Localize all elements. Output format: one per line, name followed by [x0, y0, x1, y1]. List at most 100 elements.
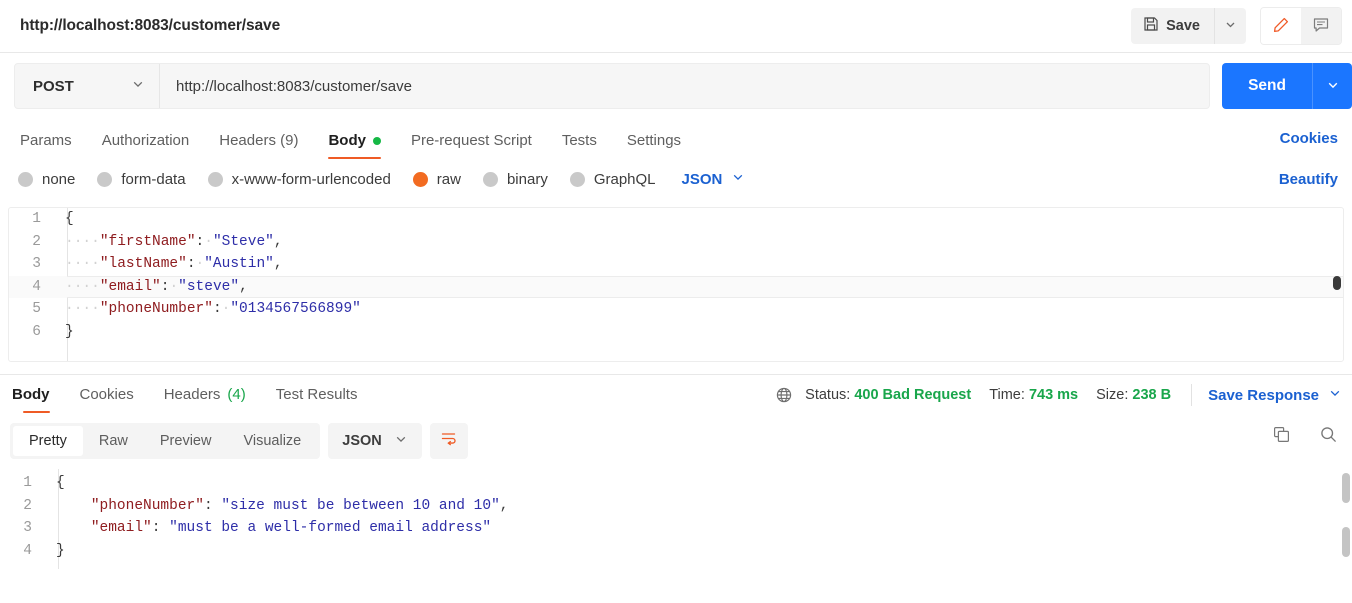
body-type-row: none form-data x-www-form-urlencoded raw… — [0, 159, 1352, 199]
body-type-raw-label: raw — [436, 170, 461, 188]
url-bar: POST Send — [0, 53, 1352, 119]
http-method-select[interactable]: POST — [15, 64, 160, 108]
body-format-select[interactable]: JSON — [682, 170, 746, 188]
response-meta: Status: 400 Bad Request Time: 743 ms Siz… — [775, 384, 1342, 406]
chevron-down-icon — [394, 432, 408, 450]
tab-body[interactable]: Body — [313, 132, 396, 159]
meta-divider — [1191, 384, 1193, 406]
response-tab-headers[interactable]: Headers (4) — [149, 386, 261, 413]
response-code-line[interactable]: 2 "phoneNumber": "size must be between 1… — [0, 495, 1352, 518]
tab-authorization[interactable]: Authorization — [87, 132, 205, 159]
body-type-none[interactable]: none — [18, 171, 75, 188]
response-code-line[interactable]: 4} — [0, 540, 1352, 563]
word-wrap-button[interactable] — [429, 423, 468, 459]
response-headers-count: (4) — [227, 386, 246, 403]
response-tab-cookies-label: Cookies — [79, 386, 134, 403]
save-options-button[interactable] — [1214, 8, 1246, 44]
response-body-editor[interactable]: 1{2 "phoneNumber": "size must be between… — [0, 469, 1352, 569]
save-button[interactable]: Save — [1131, 8, 1214, 44]
request-code-line[interactable]: 5 ····"phoneNumber":·"0134567566899" — [9, 298, 1343, 321]
tab-headers-label: Headers (9) — [219, 132, 299, 149]
response-tabs-row: Body Cookies Headers (4) Test Results St… — [0, 375, 1352, 413]
tab-body-label: Body — [328, 132, 366, 149]
line-number: 5 — [32, 301, 41, 317]
code-line-text: } — [56, 542, 65, 559]
request-editor-scrollbar[interactable] — [1333, 276, 1341, 290]
request-code-line[interactable]: 4 ····"email":·"steve", — [9, 275, 1343, 298]
chevron-down-icon — [1326, 78, 1340, 95]
url-input[interactable] — [160, 64, 1210, 108]
response-tab-cookies[interactable]: Cookies — [65, 386, 149, 413]
view-mode-visualize[interactable]: Visualize — [227, 426, 317, 456]
view-mode-preview[interactable]: Preview — [144, 426, 228, 456]
response-body-code[interactable]: 1{2 "phoneNumber": "size must be between… — [0, 472, 1352, 562]
response-tab-body-label: Body — [12, 386, 50, 403]
body-modified-dot-icon — [372, 136, 381, 145]
tab-settings[interactable]: Settings — [612, 132, 696, 159]
body-type-raw[interactable]: raw — [412, 170, 461, 188]
page-title: http://localhost:8083/customer/save — [20, 17, 281, 34]
send-button-group: Send — [1222, 63, 1352, 109]
request-code-line[interactable]: 1{ — [9, 208, 1343, 231]
code-line-text: { — [56, 475, 65, 491]
tab-settings-label: Settings — [626, 132, 682, 149]
tab-headers[interactable]: Headers (9) — [204, 132, 313, 159]
beautify-link[interactable]: Beautify — [1279, 171, 1338, 188]
body-type-urlencoded[interactable]: x-www-form-urlencoded — [207, 170, 391, 188]
copy-icon[interactable] — [1272, 425, 1291, 449]
response-scrollbar-bottom[interactable] — [1342, 527, 1350, 557]
body-type-urlencoded-label: x-www-form-urlencoded — [231, 170, 391, 188]
edit-request-button[interactable] — [1261, 8, 1301, 44]
body-type-binary[interactable]: binary — [482, 170, 548, 188]
size-value: 238 B — [1132, 387, 1172, 403]
line-number: 2 — [32, 233, 41, 250]
tab-tests[interactable]: Tests — [547, 132, 612, 159]
response-format-value: JSON — [342, 433, 382, 449]
view-mode-pretty[interactable]: Pretty — [13, 426, 83, 456]
send-options-button[interactable] — [1312, 63, 1352, 109]
request-code-line[interactable]: 3 ····"lastName":·"Austin", — [9, 253, 1343, 276]
code-line-text: ····"phoneNumber":·"0134567566899" — [65, 301, 361, 317]
tab-pre-request-script[interactable]: Pre-request Script — [396, 132, 547, 159]
response-code-line[interactable]: 3 "email": "must be a well-formed email … — [0, 517, 1352, 540]
body-type-graphql[interactable]: GraphQL — [569, 171, 656, 188]
word-wrap-icon — [439, 429, 458, 453]
response-code-line[interactable]: 1{ — [0, 472, 1352, 495]
request-code-line[interactable]: 2 ····"firstName":·"Steve", — [9, 231, 1343, 254]
response-view-toolbar: Pretty Raw Preview Visualize JSON — [0, 413, 1352, 469]
body-type-form-data-label: form-data — [121, 170, 186, 188]
comments-button[interactable] — [1301, 8, 1341, 44]
response-format-select[interactable]: JSON — [328, 423, 422, 459]
response-tab-test-results[interactable]: Test Results — [261, 386, 373, 413]
response-tab-body[interactable]: Body — [8, 386, 65, 413]
body-type-form-data[interactable]: form-data — [97, 170, 186, 188]
tab-params[interactable]: Params — [16, 132, 87, 159]
url-shell: POST — [14, 63, 1211, 109]
chevron-down-icon — [1328, 386, 1342, 404]
radio-icon — [482, 171, 498, 187]
body-format-value: JSON — [681, 170, 723, 188]
radio-icon — [569, 171, 585, 187]
tab-pre-request-script-label: Pre-request Script — [410, 132, 532, 149]
radio-icon — [207, 171, 223, 187]
chevron-down-icon — [731, 170, 745, 188]
status-value: 400 Bad Request — [854, 387, 972, 403]
request-code-line[interactable]: 6} — [9, 321, 1343, 344]
search-icon[interactable] — [1319, 425, 1338, 449]
request-body-code[interactable]: 1{2 ····"firstName":·"Steve", 3 ····"lastNa… — [9, 208, 1343, 343]
view-mode-raw[interactable]: Raw — [83, 426, 144, 456]
chevron-down-icon — [1224, 18, 1237, 34]
request-body-editor[interactable]: 1{2 ····"firstName":·"Steve", 3 ····"lastNa… — [8, 207, 1344, 362]
save-response-label: Save Response — [1208, 386, 1319, 404]
tab-params-label: Params — [20, 132, 72, 149]
cookies-link[interactable]: Cookies — [1280, 130, 1338, 147]
header-actions: Save — [1131, 7, 1342, 45]
size-metric: Size: 238 B — [1096, 387, 1171, 403]
radio-selected-icon — [412, 171, 428, 187]
body-type-binary-label: binary — [506, 170, 548, 188]
save-button-label: Save — [1166, 18, 1200, 34]
response-scrollbar-top[interactable] — [1342, 473, 1350, 503]
save-response-button[interactable]: Save Response — [1208, 386, 1342, 404]
send-button[interactable]: Send — [1222, 63, 1312, 109]
time-metric: Time: 743 ms — [989, 387, 1078, 403]
